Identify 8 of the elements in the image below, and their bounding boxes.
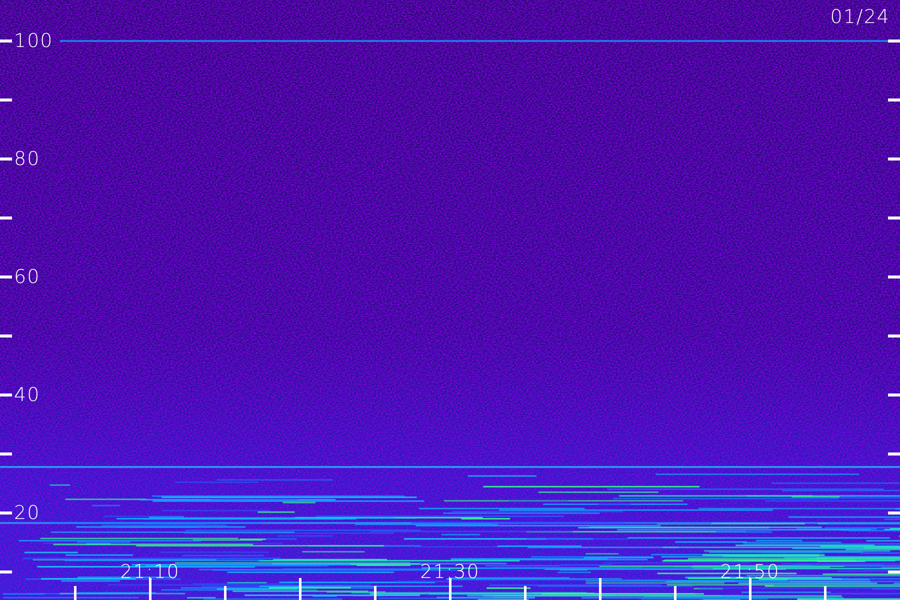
y-axis-label: 40	[14, 384, 40, 406]
y-axis-label: 20	[14, 502, 40, 524]
x-axis-label: 21:10	[120, 561, 180, 583]
date-label: 01/24	[830, 6, 890, 28]
y-axis-label: 100	[14, 30, 54, 52]
x-axis-label: 21:50	[720, 561, 780, 583]
y-axis-label: 80	[14, 148, 40, 170]
y-axis-label: 60	[14, 266, 40, 288]
